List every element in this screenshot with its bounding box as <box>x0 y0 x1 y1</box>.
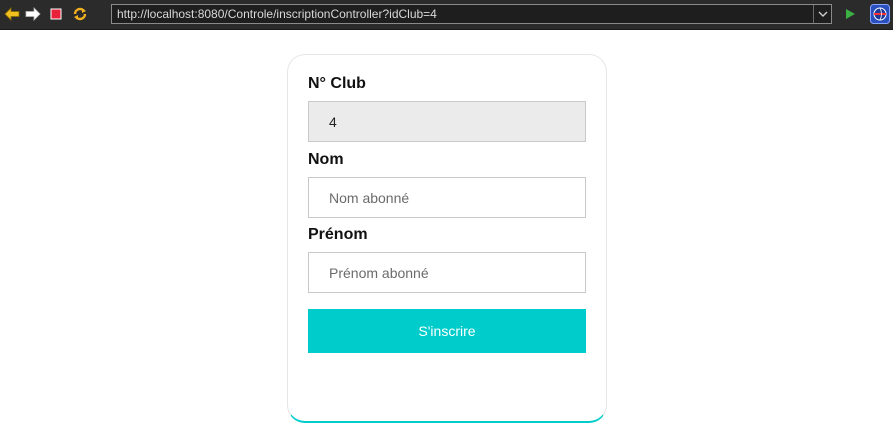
back-arrow-icon[interactable] <box>3 5 21 23</box>
prenom-input[interactable] <box>308 252 586 293</box>
nom-label: Nom <box>308 151 344 168</box>
forward-arrow-icon[interactable] <box>24 5 42 23</box>
club-number-label: N° Club <box>308 75 366 92</box>
nom-input[interactable] <box>308 177 586 218</box>
globe-icon[interactable] <box>870 4 890 24</box>
prenom-label: Prénom <box>308 226 368 243</box>
sinscrire-button[interactable]: S'inscrire <box>308 309 586 353</box>
inscription-form-card: N° Club Nom Prénom S'inscrire <box>287 54 607 423</box>
address-bar[interactable]: http://localhost:8080/Controle/inscripti… <box>111 4 832 24</box>
address-text[interactable]: http://localhost:8080/Controle/inscripti… <box>117 7 437 21</box>
chevron-down-icon[interactable] <box>813 5 831 23</box>
go-icon[interactable] <box>841 5 859 23</box>
club-number-field[interactable] <box>308 101 586 142</box>
stop-icon[interactable] <box>47 5 65 23</box>
refresh-icon[interactable] <box>71 5 89 23</box>
browser-toolbar: http://localhost:8080/Controle/inscripti… <box>0 0 893 30</box>
